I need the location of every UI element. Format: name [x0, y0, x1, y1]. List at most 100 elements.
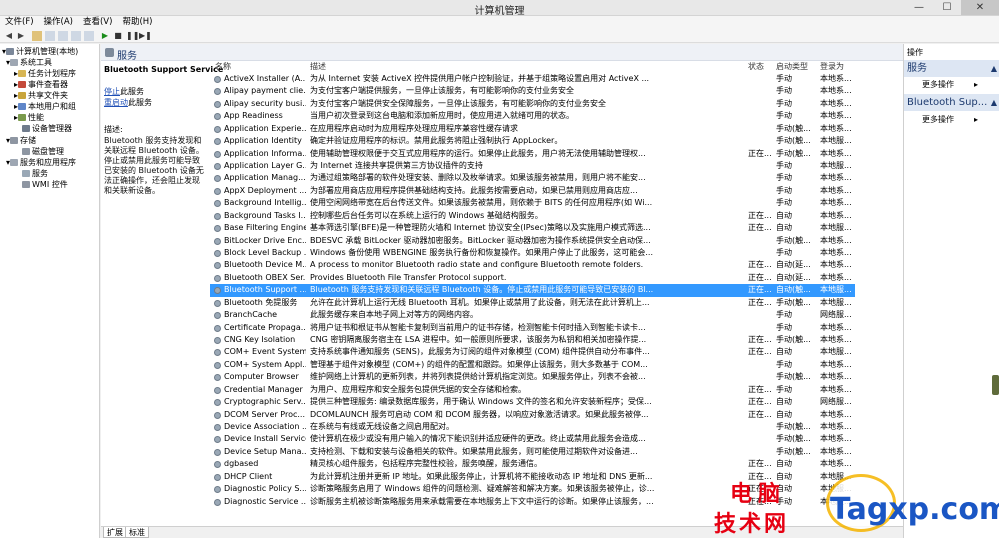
- column-header-log-on-as[interactable]: 登录为: [820, 61, 844, 73]
- tree-node-wmi[interactable]: WMI 控件: [22, 179, 68, 190]
- table-row[interactable]: Device Association ... 在系统与有线或无线设备之间启用配对。…: [210, 421, 855, 433]
- restart-service-link[interactable]: 重启动: [104, 98, 128, 107]
- tree-node-disk-management[interactable]: 磁盘管理: [22, 146, 64, 157]
- up-folder-icon[interactable]: [32, 31, 42, 41]
- column-header-startup-type[interactable]: 启动类型: [776, 61, 808, 73]
- back-icon[interactable]: ◀: [4, 31, 14, 41]
- close-button[interactable]: ✕: [961, 0, 999, 15]
- tree-node-performance[interactable]: ▸ 性能: [14, 112, 44, 123]
- table-row[interactable]: Device Setup Mana... 支持检测、下载和安装与设备相关的软件。如…: [210, 446, 855, 458]
- table-row[interactable]: Background Intellig... 使用空闲网络带宽在后台传送文件。如果…: [210, 197, 855, 209]
- scrollbar-grip[interactable]: [992, 375, 999, 395]
- tree-node-services[interactable]: 服务: [22, 168, 48, 179]
- table-row[interactable]: App Readiness 当用户初次登录到这台电脑和添加新应用时，使应用进入就绪…: [210, 110, 855, 122]
- column-header-description[interactable]: 描述: [310, 61, 326, 73]
- service-startup-type: 手动(触...: [776, 297, 811, 307]
- show-hide-action-icon[interactable]: [84, 31, 94, 41]
- table-row[interactable]: Computer Browser 维护网络上计算机的更新列表，并将列表提供给计算机…: [210, 371, 855, 383]
- more-actions-services[interactable]: 更多操作 ▸: [922, 79, 978, 90]
- service-startup-type: 手动: [776, 248, 792, 258]
- table-row[interactable]: ActiveX Installer (A... 为从 Internet 安装 Ac…: [210, 73, 855, 85]
- table-row[interactable]: COM+ Event System 支持系统事件通知服务 (SENS)，此服务为订…: [210, 346, 855, 358]
- properties-icon[interactable]: [58, 31, 68, 41]
- table-row[interactable]: Application Manag... 为通过组策略部署的软件处理安装、删除以及…: [210, 172, 855, 184]
- tree-node-device-manager[interactable]: 设备管理器: [22, 123, 72, 134]
- tab-standard[interactable]: 标准: [125, 527, 149, 538]
- table-row[interactable]: Bluetooth OBEX Ser... Provides Bluetooth …: [210, 272, 855, 284]
- table-row[interactable]: Bluetooth 免提服务 允许在此计算机上运行无线 Bluetooth 耳机。…: [210, 297, 855, 309]
- maximize-button[interactable]: ☐: [933, 0, 961, 15]
- table-row[interactable]: Bluetooth Support ... Bluetooth 服务支持发现和关联…: [210, 284, 855, 297]
- table-row[interactable]: Cryptographic Serv... 提供三种管理服务: 编录数据库服务，用…: [210, 396, 855, 408]
- service-gear-icon: [214, 424, 221, 432]
- table-row[interactable]: AppX Deployment ... 为部署应用商店应用程序提供基础结构支持。此…: [210, 185, 855, 197]
- stop-service-icon[interactable]: ■: [113, 31, 123, 41]
- help-icon[interactable]: [71, 31, 81, 41]
- actions-section-services[interactable]: 服务 ▲: [904, 60, 999, 77]
- service-log-on-as: 网络服...: [820, 310, 852, 320]
- table-row[interactable]: Block Level Backup ... Windows 备份使用 WBENG…: [210, 247, 855, 259]
- service-description: 控制哪些后台任务可以在系统上运行的 Windows 基础结构服务。: [310, 210, 543, 220]
- table-row[interactable]: Certificate Propaga... 将用户证书和根证书从智能卡复制到当前…: [210, 322, 855, 334]
- table-row[interactable]: Background Tasks I... 控制哪些后台任务可以在系统上运行的 W…: [210, 210, 855, 222]
- menu-action[interactable]: 操作(A): [39, 16, 78, 29]
- column-header-status[interactable]: 状态: [748, 61, 764, 73]
- service-log-on-as: 本地服...: [820, 136, 852, 146]
- menu-view[interactable]: 查看(V): [78, 16, 117, 29]
- service-gear-icon: [214, 448, 221, 456]
- tree-node-shared-folders[interactable]: ▸ 共享文件夹: [14, 90, 68, 101]
- forward-icon[interactable]: ▶: [16, 31, 26, 41]
- column-header-name[interactable]: 名称: [215, 61, 231, 73]
- tab-extended[interactable]: 扩展: [103, 527, 127, 538]
- menu-file[interactable]: 文件(F): [0, 16, 39, 29]
- table-row[interactable]: Application Experie... 在应用程序启动时为应用程序处理应用程…: [210, 123, 855, 135]
- tree-label: 共享文件夹: [28, 91, 69, 100]
- menu-help[interactable]: 帮助(H): [117, 16, 157, 29]
- more-actions-selected[interactable]: 更多操作 ▸: [922, 114, 978, 125]
- table-row[interactable]: dgbased 精灵核心组件服务，包括程序完整性校验，服务唤醒，服务通信。 正在..…: [210, 458, 855, 470]
- minimize-button[interactable]: —: [905, 0, 933, 15]
- tree-node-system-tools[interactable]: ▾ 系统工具: [6, 57, 52, 68]
- service-name: Application Experie...: [224, 123, 306, 133]
- actions-section-selected[interactable]: Bluetooth Sup... ▲: [904, 94, 999, 111]
- tree-node-computer-management[interactable]: ▾ 计算机管理(本地): [2, 46, 78, 57]
- service-description: Windows 备份使用 WBENGINE 服务执行备份和恢复操作。如果用户停止…: [310, 248, 654, 258]
- table-row[interactable]: Credential Manager 为用户、应用程序和安全服务包提供凭据的安全存…: [210, 384, 855, 396]
- collapse-icon[interactable]: ▲: [991, 94, 997, 111]
- computer-icon: [6, 48, 15, 55]
- start-service-icon[interactable]: ▶: [100, 31, 110, 41]
- table-row[interactable]: Application Layer G... 为 Internet 连接共享提供第…: [210, 160, 855, 172]
- table-row[interactable]: DCOM Server Proc... DCOMLAUNCH 服务可启动 COM …: [210, 409, 855, 421]
- table-row[interactable]: Device Install Service 使计算机在极少或没有用户输入的情况下…: [210, 433, 855, 445]
- table-row[interactable]: COM+ System Appl... 管理基于组件对象模型 (COM+) 的组件…: [210, 359, 855, 371]
- table-row[interactable]: BranchCache 此服务缓存来自本地子网上对等方的网络内容。 手动 网络服...: [210, 309, 855, 321]
- table-row[interactable]: Application Informa... 使用辅助管理权限便于交互式应用程序的…: [210, 148, 855, 160]
- stop-service-link[interactable]: 停止: [104, 87, 120, 96]
- tree-node-event-viewer[interactable]: ▸ 事件查看器: [14, 79, 68, 90]
- tree-label: WMI 控件: [32, 180, 68, 189]
- table-row[interactable]: Bluetooth Device M... A process to monito…: [210, 259, 855, 271]
- service-description: CNG 密钥隔离服务宿主在 LSA 进程中。如一般原则所要求，该服务为私钥和相关…: [310, 335, 647, 345]
- tree-node-task-scheduler[interactable]: ▸ 任务计划程序: [14, 68, 76, 79]
- description-label: 描述:: [104, 125, 123, 134]
- table-row[interactable]: Base Filtering Engine 基本筛选引擎(BFE)是一种管理防火墙…: [210, 222, 855, 234]
- tree-label: 本地用户和组: [28, 102, 77, 111]
- service-startup-type: 自动(触...: [776, 285, 811, 295]
- service-log-on-as: 本地系...: [820, 185, 852, 195]
- restart-service-icon[interactable]: ▶❚: [139, 31, 152, 41]
- show-hide-tree-icon[interactable]: [45, 31, 55, 41]
- tree-node-local-users[interactable]: ▸ 本地用户和组: [14, 101, 76, 112]
- table-row[interactable]: Application Identity 确定并验证应用程序的标识。禁用此服务将阻…: [210, 135, 855, 147]
- services-apps-icon: [10, 159, 19, 166]
- tree-node-services-apps[interactable]: ▾ 服务和应用程序: [6, 157, 76, 168]
- service-name: Bluetooth OBEX Ser...: [224, 272, 306, 282]
- pause-service-icon[interactable]: ❚❚: [126, 31, 139, 41]
- service-log-on-as: 本地系...: [820, 235, 852, 245]
- tree-node-storage[interactable]: ▾ 存储: [6, 135, 36, 146]
- collapse-icon[interactable]: ▲: [991, 60, 997, 77]
- table-row[interactable]: BitLocker Drive Enc... BDESVC 承载 BitLocke…: [210, 235, 855, 247]
- table-row[interactable]: CNG Key Isolation CNG 密钥隔离服务宿主在 LSA 进程中。如…: [210, 334, 855, 346]
- table-row[interactable]: Alipay security busi... 为支付宝客户端提供安全保障服务，一…: [210, 98, 855, 110]
- service-name: Block Level Backup ...: [224, 248, 306, 258]
- table-row[interactable]: Alipay payment clie... 为支付宝客户端提供服务，一旦停止该服…: [210, 85, 855, 97]
